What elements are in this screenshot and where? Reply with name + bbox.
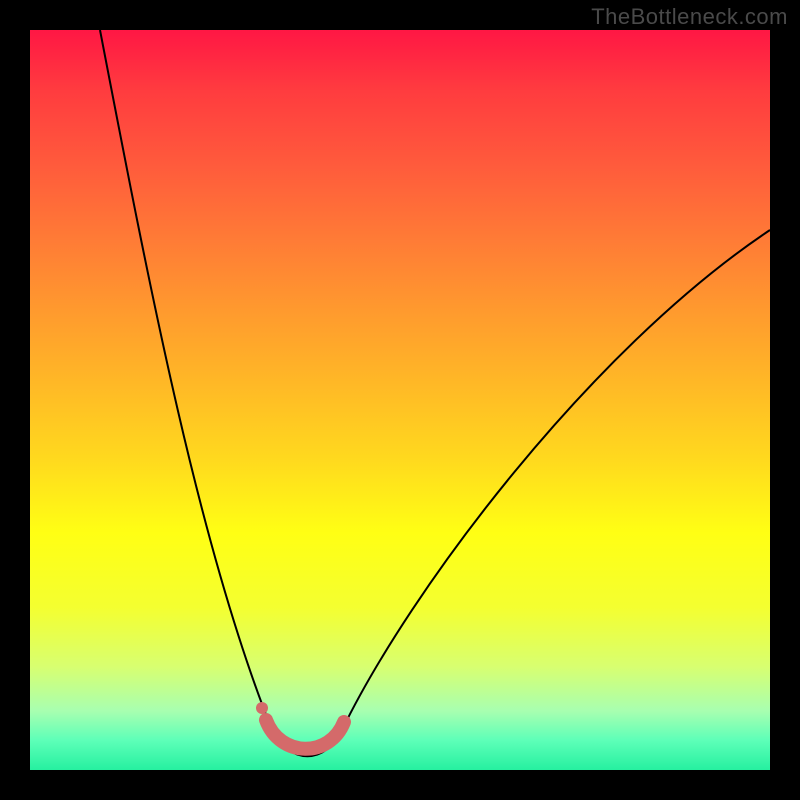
valley-highlight-stroke (266, 720, 344, 749)
chart-frame: TheBottleneck.com (0, 0, 800, 800)
valley-highlight (30, 30, 770, 770)
plot-area (30, 30, 770, 770)
valley-dot-icon (256, 702, 268, 714)
watermark-text: TheBottleneck.com (591, 4, 788, 30)
